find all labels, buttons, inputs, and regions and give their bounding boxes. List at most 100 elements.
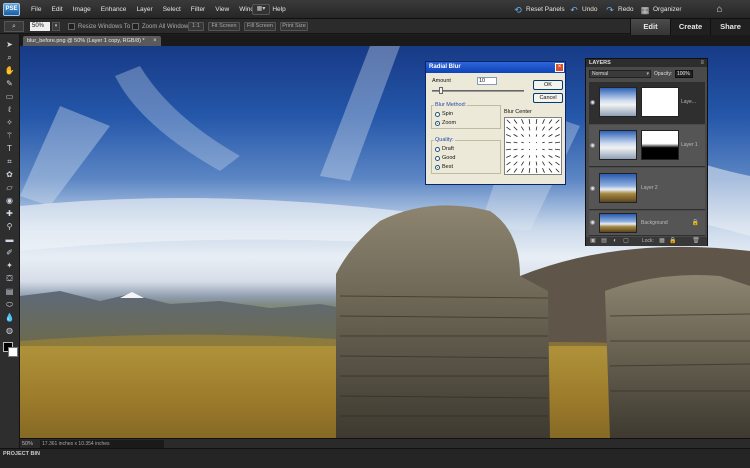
blur-center-zoom-line (548, 141, 553, 144)
layer-row[interactable]: ◉ Background 🔒 (589, 211, 705, 236)
zoom-dropdown-button[interactable]: ▾ (52, 22, 60, 31)
layer-row[interactable]: ◉ Laye... (589, 82, 705, 124)
hand-tool-icon[interactable]: ✋ (3, 66, 16, 76)
paint-bucket-tool-icon[interactable]: ⛋ (3, 274, 16, 284)
smart-brush-tool-icon[interactable]: ✦ (3, 261, 16, 271)
blur-center-label: Blur Center (504, 109, 532, 115)
eye-icon[interactable]: ◉ (590, 220, 596, 226)
zoom-tool-icon[interactable]: ⌕ (3, 53, 16, 63)
sponge-tool-icon[interactable]: ◍ (3, 326, 16, 336)
menu-edit[interactable]: Edit (46, 0, 67, 19)
reset-panels-button[interactable]: ⟲ Reset Panels (513, 0, 564, 19)
menu-image[interactable]: Image (68, 0, 96, 19)
cancel-button[interactable]: Cancel (533, 93, 563, 103)
tab-create[interactable]: Create (670, 19, 710, 35)
menu-select[interactable]: Select (158, 0, 186, 19)
quality-good-radio[interactable]: Good (435, 155, 455, 161)
arrange-documents-button[interactable]: ▦▾ (252, 4, 270, 15)
amount-slider-thumb[interactable] (439, 87, 444, 94)
blur-tool-icon[interactable]: 💧 (3, 313, 16, 323)
lasso-tool-icon[interactable]: ℓ (3, 105, 16, 115)
menu-enhance[interactable]: Enhance (96, 0, 132, 19)
project-bin-label[interactable]: PROJECT BIN (3, 451, 40, 457)
new-layer-icon[interactable]: ▣ (589, 237, 597, 246)
print-size-button[interactable]: Print Size (280, 22, 308, 31)
blur-center-preview[interactable] (504, 117, 562, 175)
clone-stamp-tool-icon[interactable]: ⚲ (3, 222, 16, 232)
eyedropper-tool-icon[interactable]: ✎ (3, 79, 16, 89)
lock-transparency-icon[interactable]: ▦ (658, 237, 666, 246)
close-icon[interactable]: × (153, 36, 157, 46)
document-tab[interactable]: blur_before.png @ 50% (Layer 1 copy, RGB… (23, 36, 161, 46)
dialog-title[interactable]: Radial Blur (426, 62, 565, 73)
organizer-icon: ▦ (640, 4, 650, 15)
blur-center-zoom-line (521, 134, 524, 137)
document-info[interactable]: 17.361 inches x 10.354 inches (40, 440, 164, 448)
blur-center-zoom-line (554, 148, 561, 151)
home-icon[interactable]: ⌂ (713, 3, 726, 16)
straighten-tool-icon[interactable]: ▱ (3, 183, 16, 193)
undo-button[interactable]: ↶ Undo (569, 0, 597, 19)
quality-best-radio[interactable]: Best (435, 164, 453, 170)
blur-center-zoom-line (535, 167, 538, 174)
add-mask-icon[interactable]: ▢ (622, 237, 630, 246)
red-eye-tool-icon[interactable]: ◉ (3, 196, 16, 206)
brush-tool-icon[interactable]: ✐ (3, 248, 16, 258)
layer-row[interactable]: ◉ Layer 2 (589, 168, 705, 210)
zoom-tool-icon[interactable]: ⌕ (4, 21, 24, 32)
menu-file[interactable]: File (26, 0, 46, 19)
blur-center-zoom-line (513, 134, 518, 137)
tab-share[interactable]: Share (710, 19, 750, 35)
layer-row[interactable]: ◉ Layer 1 (589, 125, 705, 167)
menu-layer[interactable]: Layer (131, 0, 157, 19)
eraser-tool-icon[interactable]: ▬ (3, 235, 16, 245)
layer-mask-thumbnail[interactable] (641, 130, 679, 160)
eye-icon[interactable]: ◉ (590, 100, 596, 106)
blend-mode-select[interactable]: Normal ▾ (589, 70, 651, 78)
blur-center-zoom-line (513, 155, 518, 158)
resize-windows-checkbox[interactable]: Resize Windows To Fit (68, 22, 139, 31)
fit-screen-button[interactable]: Fit Screen (208, 22, 240, 31)
actual-pixels-button[interactable]: 1:1 (188, 22, 204, 31)
opacity-input[interactable]: 100% (675, 70, 693, 78)
close-icon[interactable]: × (555, 63, 564, 72)
redo-icon: ↷ (606, 4, 614, 15)
zoom-input[interactable]: 50% (30, 22, 50, 31)
menu-view[interactable]: View (210, 0, 234, 19)
type-tool-icon[interactable]: T (3, 144, 16, 154)
healing-brush-tool-icon[interactable]: ✚ (3, 209, 16, 219)
method-spin-radio[interactable]: Spin (435, 111, 453, 117)
ok-button[interactable]: OK (533, 80, 563, 90)
eye-icon[interactable]: ◉ (590, 186, 596, 192)
amount-input[interactable]: 10 (477, 77, 497, 85)
background-color-swatch[interactable] (8, 347, 18, 357)
tab-edit[interactable]: Edit (630, 19, 670, 35)
move-tool-icon[interactable]: ➤ (3, 40, 16, 50)
organizer-button[interactable]: ▦ Organizer (640, 0, 682, 19)
new-group-icon[interactable]: ▤ (600, 237, 608, 246)
method-zoom-radio[interactable]: Zoom (435, 120, 456, 126)
quick-selection-tool-icon[interactable]: ✧ (3, 118, 16, 128)
adjustment-layer-icon[interactable]: ◐ (611, 237, 619, 246)
radial-blur-dialog: Radial Blur × Amount 10 OK Cancel Blur M… (425, 61, 566, 185)
marquee-tool-icon[interactable]: ▭ (3, 92, 16, 102)
fill-screen-button[interactable]: Fill Screen (244, 22, 276, 31)
shape-tool-icon[interactable]: ⬭ (3, 300, 16, 310)
zoom-all-windows-checkbox[interactable]: Zoom All Windows (132, 22, 191, 31)
menu-help[interactable]: Help (267, 0, 290, 19)
lock-all-icon[interactable]: 🔒 (669, 237, 677, 246)
layers-panel-header[interactable]: LAYERS ≡ (586, 59, 707, 67)
amount-slider-track[interactable] (432, 90, 524, 92)
cookie-cutter-tool-icon[interactable]: ✿ (3, 170, 16, 180)
quality-draft-radio[interactable]: Draft (435, 146, 454, 152)
panel-menu-icon[interactable]: ≡ (700, 59, 704, 67)
menu-filter[interactable]: Filter (186, 0, 210, 19)
gradient-tool-icon[interactable]: ▤ (3, 287, 16, 297)
crop-tool-icon[interactable]: ⌗ (3, 157, 16, 167)
magic-wand-tool-icon[interactable]: ⚚ (3, 131, 16, 141)
redo-button[interactable]: ↷ Redo (605, 0, 633, 19)
layer-mask-thumbnail[interactable] (641, 87, 679, 117)
blur-center-zoom-line (542, 141, 545, 144)
trash-icon[interactable]: 🗑 (692, 237, 700, 246)
eye-icon[interactable]: ◉ (590, 143, 596, 149)
